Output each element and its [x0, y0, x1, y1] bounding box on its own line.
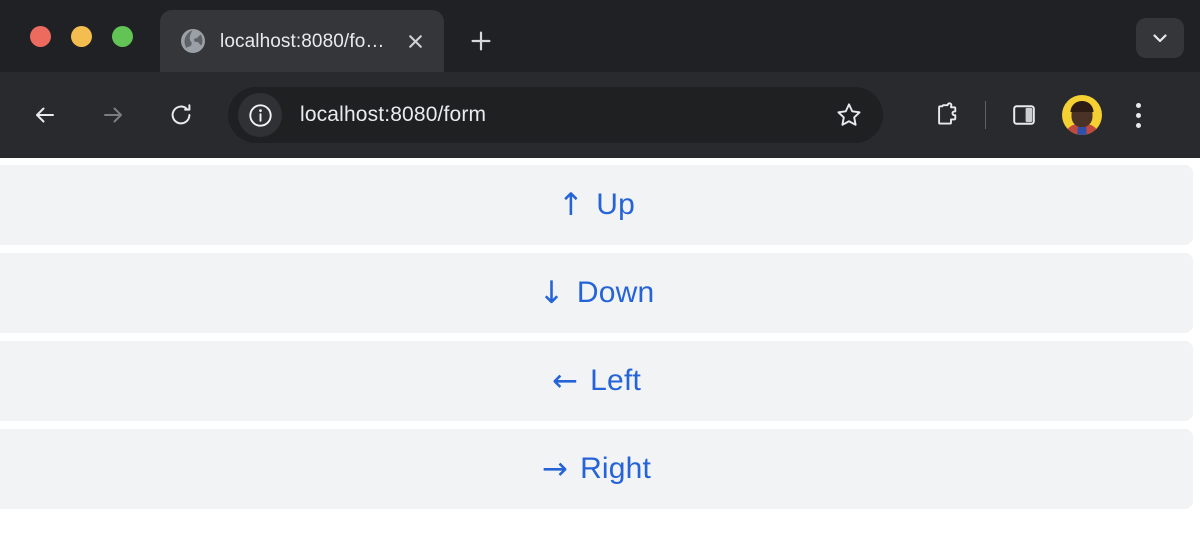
link-right[interactable]: → Right [541, 450, 652, 487]
arrow-up-icon: ↑ [558, 186, 585, 223]
tab-strip-right [1136, 18, 1200, 72]
link-label: Down [576, 276, 655, 309]
avatar[interactable] [1062, 95, 1102, 135]
link-label: Left [590, 364, 642, 397]
arrow-left-icon: ← [551, 362, 579, 399]
browser-chrome: localhost:8080/form localhost:8080/form [0, 0, 1200, 158]
window-minimize-button[interactable] [71, 25, 92, 47]
arrow-right-icon: → [541, 450, 569, 487]
page-content: ↑ Up ↓ Down ← Left → Right [0, 158, 1200, 541]
link-up[interactable]: ↑ Up [558, 186, 635, 223]
side-panel-icon[interactable] [1000, 91, 1048, 139]
tab-title: localhost:8080/form [220, 31, 386, 51]
close-icon[interactable] [400, 26, 430, 56]
back-arrow-icon[interactable] [21, 91, 69, 139]
url-text[interactable]: localhost:8080/form [282, 103, 825, 127]
browser-tab[interactable]: localhost:8080/form [160, 10, 444, 72]
star-icon[interactable] [825, 91, 873, 139]
window-maximize-button[interactable] [112, 25, 133, 47]
toolbar-actions [913, 91, 1160, 139]
tabs-area: localhost:8080/form [160, 0, 502, 72]
new-tab-button[interactable] [460, 20, 502, 62]
nav-row-left[interactable]: ← Left [0, 341, 1193, 421]
arrow-down-icon: ↓ [538, 274, 565, 311]
nav-row-right[interactable]: → Right [0, 429, 1193, 509]
window-controls [0, 0, 133, 72]
reload-icon[interactable] [157, 91, 205, 139]
link-left[interactable]: ← Left [551, 362, 642, 399]
info-circle-icon[interactable] [238, 93, 282, 137]
forward-arrow-icon[interactable] [89, 91, 137, 139]
link-label: Up [596, 188, 635, 221]
link-down[interactable]: ↓ Down [538, 274, 655, 311]
toolbar-divider [985, 101, 986, 129]
browser-toolbar: localhost:8080/form [0, 72, 1200, 158]
tab-strip: localhost:8080/form [0, 0, 1200, 72]
globe-icon [180, 28, 206, 54]
window-close-button[interactable] [30, 25, 51, 47]
three-dot-menu-icon[interactable] [1116, 91, 1160, 139]
link-label: Right [580, 452, 652, 485]
nav-row-down[interactable]: ↓ Down [0, 253, 1193, 333]
chevron-down-icon[interactable] [1136, 18, 1184, 58]
puzzle-icon[interactable] [923, 91, 971, 139]
nav-row-up[interactable]: ↑ Up [0, 165, 1193, 245]
address-bar[interactable]: localhost:8080/form [228, 87, 883, 143]
